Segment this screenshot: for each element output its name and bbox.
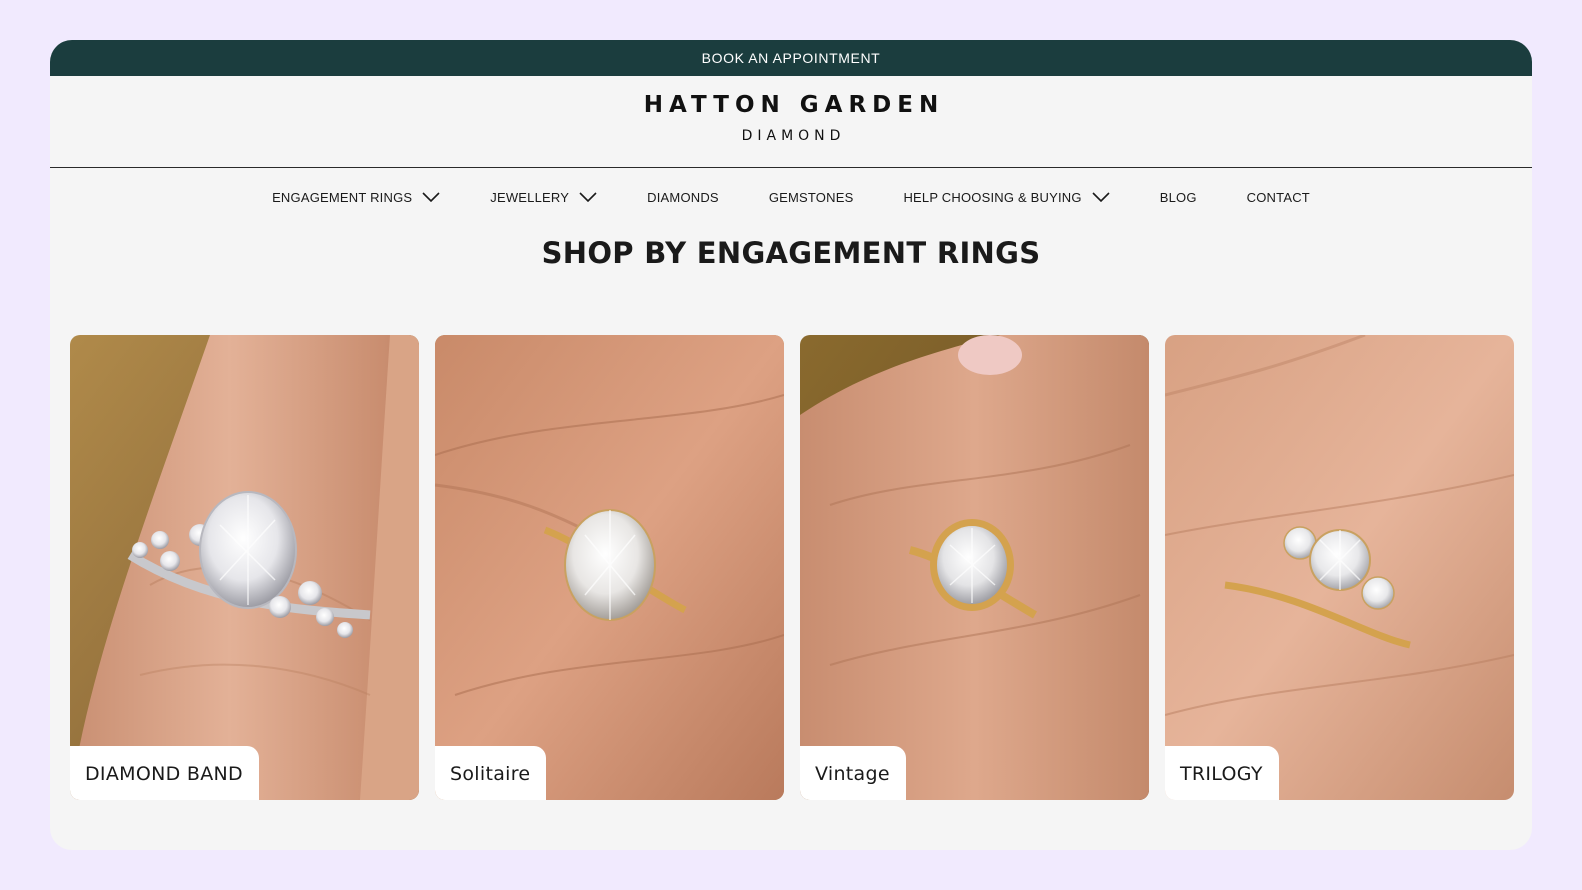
chevron-down-icon <box>579 192 597 202</box>
category-card-vintage[interactable]: Vintage <box>800 335 1149 800</box>
ring-category-grid: DIAMOND BAND Solitaire Vintage TRILOGY <box>70 335 1514 800</box>
book-appointment-link[interactable]: BOOK AN APPOINTMENT <box>702 50 881 66</box>
section-title: SHOP BY ENGAGEMENT RINGS <box>541 236 1041 270</box>
ring-photo <box>70 335 419 800</box>
ring-photo <box>1165 335 1514 800</box>
nav-item-label: BLOG <box>1159 189 1197 205</box>
category-card-label: DIAMOND BAND <box>70 746 259 800</box>
nav-item-label: ENGAGEMENT RINGS <box>272 189 413 205</box>
nav-item-label: JEWELLERY <box>490 189 570 205</box>
category-card-label: TRILOGY <box>1165 746 1279 800</box>
nav-item-engagement-rings[interactable]: ENGAGEMENT RINGS <box>272 190 440 205</box>
nav-item-label: GEMSTONES <box>768 189 854 205</box>
logo-subtitle: DIAMOND <box>741 128 846 144</box>
book-appointment-bar[interactable]: BOOK AN APPOINTMENT <box>50 40 1532 76</box>
site-header: HATTON GARDEN DIAMOND <box>50 76 1532 168</box>
nav-item-label: DIAMONDS <box>647 189 719 205</box>
nav-item-help-choosing-buying[interactable]: HELP CHOOSING & BUYING <box>903 189 1110 205</box>
nav-item-label: HELP CHOOSING & BUYING <box>903 189 1082 205</box>
browser-window: BOOK AN APPOINTMENT HATTON GARDEN DIAMON… <box>50 40 1532 850</box>
ring-photo <box>435 335 784 800</box>
main-nav: ENGAGEMENT RINGS JEWELLERY DIAMONDS GEMS… <box>50 168 1532 226</box>
category-card-diamond-band[interactable]: DIAMOND BAND <box>70 335 419 800</box>
category-card-solitaire[interactable]: Solitaire <box>435 335 784 800</box>
nav-item-blog[interactable]: BLOG <box>1160 190 1197 205</box>
nav-item-diamonds[interactable]: DIAMONDS <box>647 190 719 205</box>
chevron-down-icon <box>1092 192 1110 202</box>
category-card-trilogy[interactable]: TRILOGY <box>1165 335 1514 800</box>
nav-item-jewellery[interactable]: JEWELLERY <box>490 190 597 205</box>
nav-item-contact[interactable]: CONTACT <box>1247 190 1310 205</box>
ring-photo <box>800 335 1149 800</box>
chevron-down-icon <box>422 192 440 202</box>
category-card-label: Vintage <box>800 746 906 800</box>
logo-wordmark[interactable]: HATTON GARDEN <box>638 92 944 118</box>
nav-item-label: CONTACT <box>1246 189 1310 205</box>
category-card-label: Solitaire <box>435 746 547 800</box>
nav-item-gemstones[interactable]: GEMSTONES <box>769 190 854 205</box>
